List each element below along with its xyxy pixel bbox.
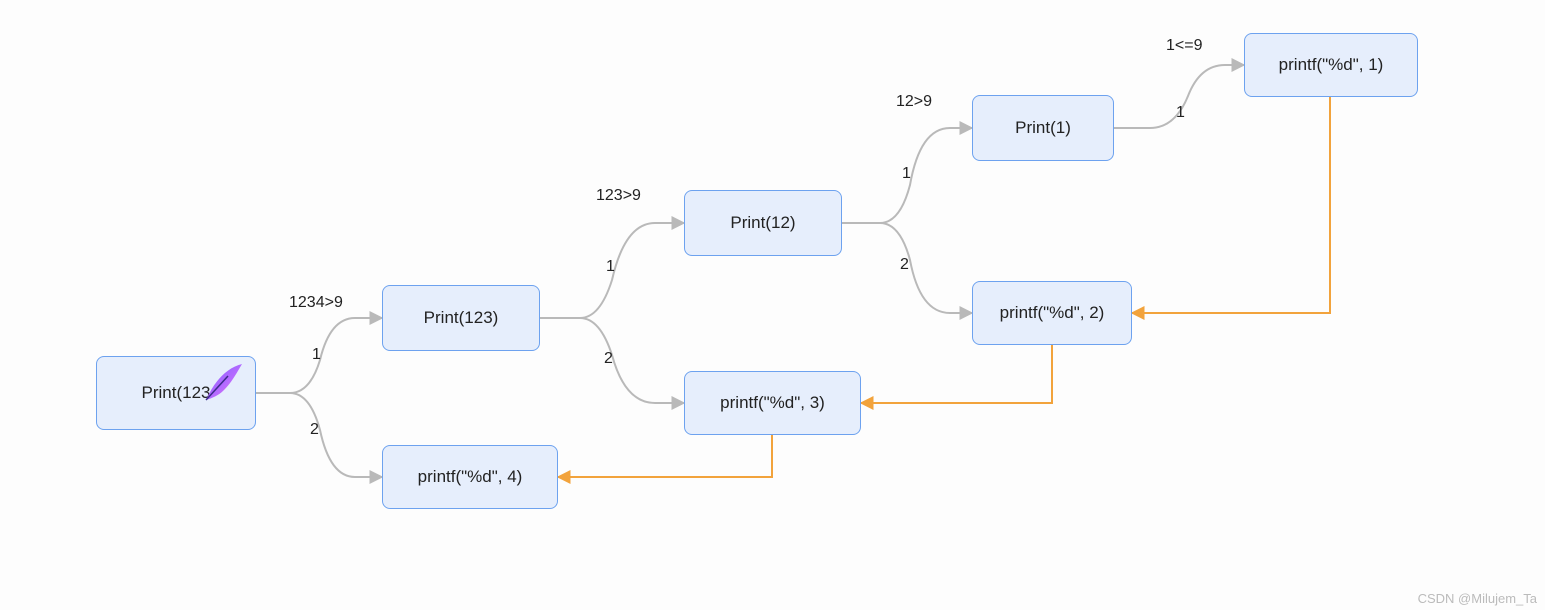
label-p123-top: 1 (606, 258, 615, 276)
node-printf-3-label: printf("%d", 3) (720, 393, 825, 413)
node-print-123: Print(123) (382, 285, 540, 351)
label-root-top: 1 (312, 346, 321, 364)
label-p12-bot: 2 (900, 256, 909, 274)
node-printf-2: printf("%d", 2) (972, 281, 1132, 345)
node-printf-1: printf("%d", 1) (1244, 33, 1418, 97)
feather-icon (200, 360, 246, 406)
node-printf-2-label: printf("%d", 2) (1000, 303, 1105, 323)
label-root-cond: 1234>9 (289, 294, 343, 312)
label-p1-top: 1 (1176, 104, 1185, 122)
node-printf-4-label: printf("%d", 4) (418, 467, 523, 487)
watermark: CSDN @Milujem_Ta (1418, 591, 1537, 606)
node-print-12: Print(12) (684, 190, 842, 256)
node-print-1: Print(1) (972, 95, 1114, 161)
node-printf-1-label: printf("%d", 1) (1279, 55, 1384, 75)
node-printf-3: printf("%d", 3) (684, 371, 861, 435)
node-print-12-label: Print(12) (730, 213, 795, 233)
label-p123-cond: 123>9 (596, 187, 641, 205)
node-print-123-label: Print(123) (424, 308, 499, 328)
label-p12-top: 1 (902, 165, 911, 183)
label-p12-cond: 12>9 (896, 93, 932, 111)
node-print-1-label: Print(1) (1015, 118, 1071, 138)
node-printf-4: printf("%d", 4) (382, 445, 558, 509)
label-p123-bot: 2 (604, 350, 613, 368)
label-p1-cond: 1<=9 (1166, 37, 1202, 55)
label-root-bot: 2 (310, 421, 319, 439)
